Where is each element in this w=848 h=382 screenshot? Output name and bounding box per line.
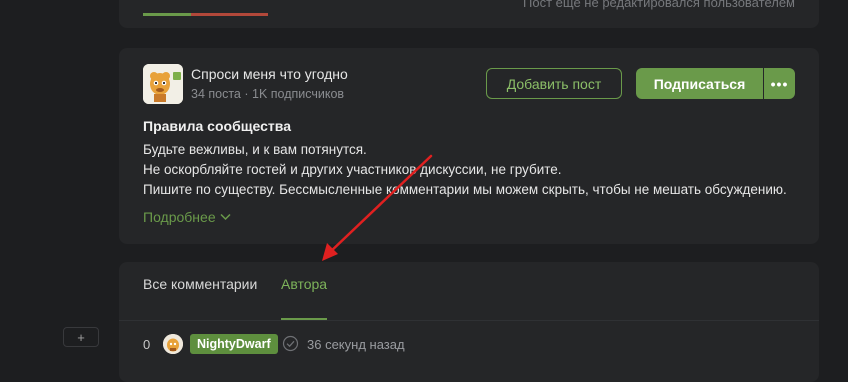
- rule-line: Будьте вежливы, и к вам потянутся.: [143, 142, 367, 157]
- subscribe-button[interactable]: Подписаться: [636, 68, 763, 99]
- edit-status-text: Пост еще не редактировался пользователем: [523, 0, 795, 10]
- comment-rating: 0: [143, 337, 151, 352]
- verified-check-icon: [282, 335, 299, 352]
- community-name[interactable]: Спроси меня что угодно: [191, 66, 348, 82]
- rule-line: Не оскорбляйте гостей и других участнико…: [143, 162, 562, 177]
- comment-timestamp: 36 секунд назад: [307, 337, 405, 352]
- chevron-down-icon: [220, 213, 231, 221]
- community-stats: 34 поста · 1K подписчиков: [191, 87, 345, 101]
- rating-bar-negative: [191, 13, 268, 16]
- tabs-divider: [119, 320, 819, 321]
- more-details-label: Подробнее: [143, 209, 216, 225]
- rules-title: Правила сообщества: [143, 118, 291, 134]
- more-dots-icon: •••: [770, 75, 789, 92]
- community-avatar[interactable]: [143, 64, 183, 104]
- plus-icon: +: [77, 329, 85, 345]
- rule-line: Пишите по существу. Бессмысленные коммен…: [143, 182, 787, 197]
- expand-thread-button[interactable]: +: [63, 327, 99, 347]
- more-details-link[interactable]: Подробнее: [143, 209, 231, 225]
- tab-author[interactable]: Автора: [281, 276, 327, 292]
- avatar[interactable]: [163, 334, 183, 354]
- more-options-button[interactable]: •••: [764, 68, 795, 99]
- rating-bar-positive: [143, 13, 191, 16]
- tab-all-comments[interactable]: Все комментарии: [143, 276, 257, 292]
- add-post-button[interactable]: Добавить пост: [486, 68, 622, 99]
- username-badge[interactable]: NightyDwarf: [190, 334, 278, 354]
